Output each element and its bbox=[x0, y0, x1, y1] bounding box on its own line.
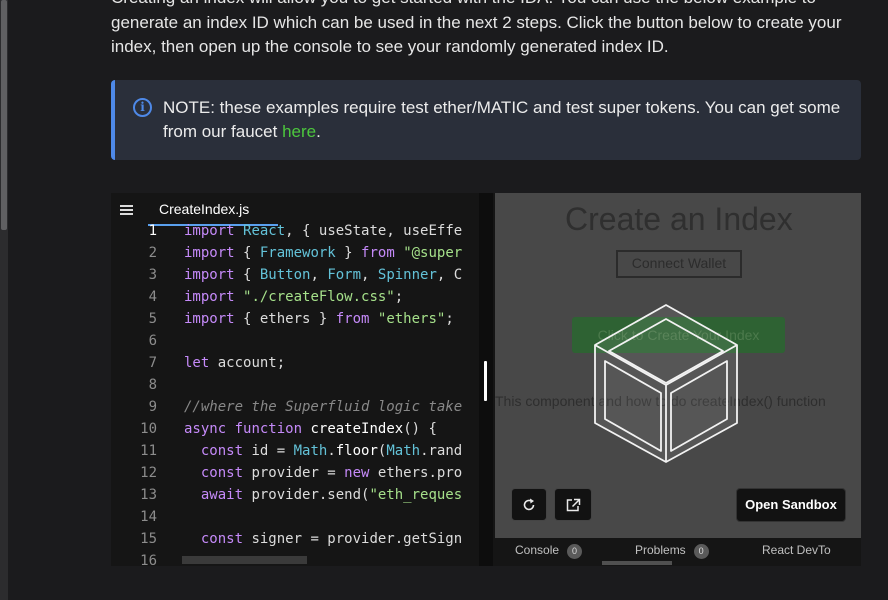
info-icon: i bbox=[133, 98, 152, 117]
intro-paragraph: Creating an index will allow you to get … bbox=[111, 0, 851, 60]
code-line[interactable]: 14 bbox=[111, 506, 479, 528]
line-number: 11 bbox=[140, 443, 157, 459]
code-text: //where the Superfluid logic take bbox=[184, 399, 463, 415]
code-sandbox: CreateIndex.js 1 import React, { useState… bbox=[111, 193, 861, 566]
code-text: import { ethers } from "ethers"; bbox=[184, 311, 454, 327]
resize-grip[interactable] bbox=[484, 361, 487, 401]
devtools-label: React DevTo bbox=[762, 543, 831, 557]
open-in-new-window-icon bbox=[566, 498, 580, 512]
line-number: 4 bbox=[148, 289, 157, 305]
tab-problems[interactable]: Problems 0 bbox=[635, 543, 709, 559]
line-number: 6 bbox=[148, 333, 157, 349]
preview-title: Create an Index bbox=[565, 201, 793, 237]
intro-line: index, then open up the console to see y… bbox=[111, 37, 669, 56]
note-text: NOTE: these examples require test ether/… bbox=[163, 96, 853, 144]
note-text-before: NOTE: these examples require test ether/… bbox=[163, 98, 841, 141]
devtools-scrollbar[interactable] bbox=[602, 561, 672, 565]
code-line[interactable]: 2 import { Framework } from "@super bbox=[111, 242, 479, 264]
line-number: 9 bbox=[148, 399, 157, 415]
code-text: let account; bbox=[184, 355, 286, 371]
line-number: 13 bbox=[140, 487, 157, 503]
code-line[interactable]: 10 async function createIndex() { bbox=[111, 418, 479, 440]
code-line[interactable]: 13 await provider.send("eth_reques bbox=[111, 484, 479, 506]
console-label: Console bbox=[515, 543, 560, 557]
line-number: 5 bbox=[148, 311, 157, 327]
line-number: 3 bbox=[148, 267, 157, 283]
problems-count-badge: 0 bbox=[693, 544, 709, 559]
code-text: const signer = provider.getSign bbox=[200, 531, 463, 547]
code-line[interactable]: 3 import { Button, Form, Spinner, C bbox=[111, 264, 479, 286]
code-text: await provider.send("eth_reques bbox=[200, 487, 463, 503]
code-line[interactable]: 4 import "./createFlow.css"; bbox=[111, 286, 479, 308]
line-number: 14 bbox=[140, 509, 157, 525]
line-number: 7 bbox=[148, 355, 157, 371]
open-new-window-button[interactable] bbox=[554, 488, 592, 521]
tab-react-devtools[interactable]: React DevTo bbox=[762, 543, 831, 557]
code-text: import { Framework } from "@super bbox=[184, 245, 463, 261]
pane-resize-handle[interactable] bbox=[479, 193, 493, 566]
code-line[interactable]: 7 let account; bbox=[111, 352, 479, 374]
preview-connect-wallet-button: Connect Wallet bbox=[616, 250, 742, 278]
intro-line: Creating an index will allow you to get … bbox=[111, 0, 851, 11]
code-line[interactable]: 15 const signer = provider.getSign bbox=[111, 528, 479, 550]
refresh-button[interactable] bbox=[511, 488, 547, 521]
code-text: import { Button, Form, Spinner, C bbox=[184, 267, 463, 283]
line-number: 15 bbox=[140, 531, 157, 547]
open-sandbox-button[interactable]: Open Sandbox bbox=[736, 488, 846, 522]
devtools-bar: Console 0 Problems 0 React DevTo bbox=[495, 538, 861, 566]
code-text: const id = Math.floor(Math.rand bbox=[200, 443, 463, 459]
preview-pane: Create an Index Connect Wallet Click to … bbox=[495, 193, 861, 538]
menu-icon[interactable] bbox=[120, 205, 133, 215]
line-number: 8 bbox=[148, 377, 157, 393]
code-line[interactable]: 1 import React, { useState, useEffe bbox=[111, 220, 479, 242]
code-line[interactable]: 12 const provider = new ethers.pro bbox=[111, 462, 479, 484]
line-number: 16 bbox=[140, 553, 157, 566]
page-scrollbar-thumb[interactable] bbox=[1, 0, 7, 230]
faucet-link[interactable]: here bbox=[282, 122, 316, 141]
editor-horizontal-scrollbar[interactable] bbox=[182, 556, 307, 564]
line-number: 12 bbox=[140, 465, 157, 481]
code-text: import React, { useState, useEffe bbox=[184, 223, 463, 239]
code-line[interactable]: 5 import { ethers } from "ethers"; bbox=[111, 308, 479, 330]
code-text: import "./createFlow.css"; bbox=[184, 289, 404, 305]
note-callout: i NOTE: these examples require test ethe… bbox=[111, 80, 861, 160]
line-number: 10 bbox=[140, 421, 157, 437]
line-number: 1 bbox=[148, 223, 157, 239]
code-line[interactable]: 11 const id = Math.floor(Math.rand bbox=[111, 440, 479, 462]
code-line[interactable]: 9 //where the Superfluid logic take bbox=[111, 396, 479, 418]
code-area[interactable]: 1 import React, { useState, useEffe 2 impor… bbox=[111, 223, 479, 566]
console-count-badge: 0 bbox=[567, 544, 583, 559]
problems-label: Problems bbox=[635, 543, 686, 557]
code-line[interactable]: 8 bbox=[111, 374, 479, 396]
page-scrollbar[interactable] bbox=[0, 0, 8, 600]
code-text: const provider = new ethers.pro bbox=[200, 465, 463, 481]
code-line[interactable]: 6 bbox=[111, 330, 479, 352]
intro-line: generate an index ID which can be used i… bbox=[111, 12, 842, 32]
code-text: async function createIndex() { bbox=[184, 421, 437, 437]
code-editor[interactable]: CreateIndex.js 1 import React, { useState… bbox=[111, 193, 479, 566]
note-text-after: . bbox=[316, 122, 321, 141]
tab-console[interactable]: Console 0 bbox=[515, 543, 583, 559]
line-number: 2 bbox=[148, 245, 157, 261]
loading-cube-icon bbox=[594, 304, 738, 463]
refresh-icon bbox=[523, 498, 535, 511]
